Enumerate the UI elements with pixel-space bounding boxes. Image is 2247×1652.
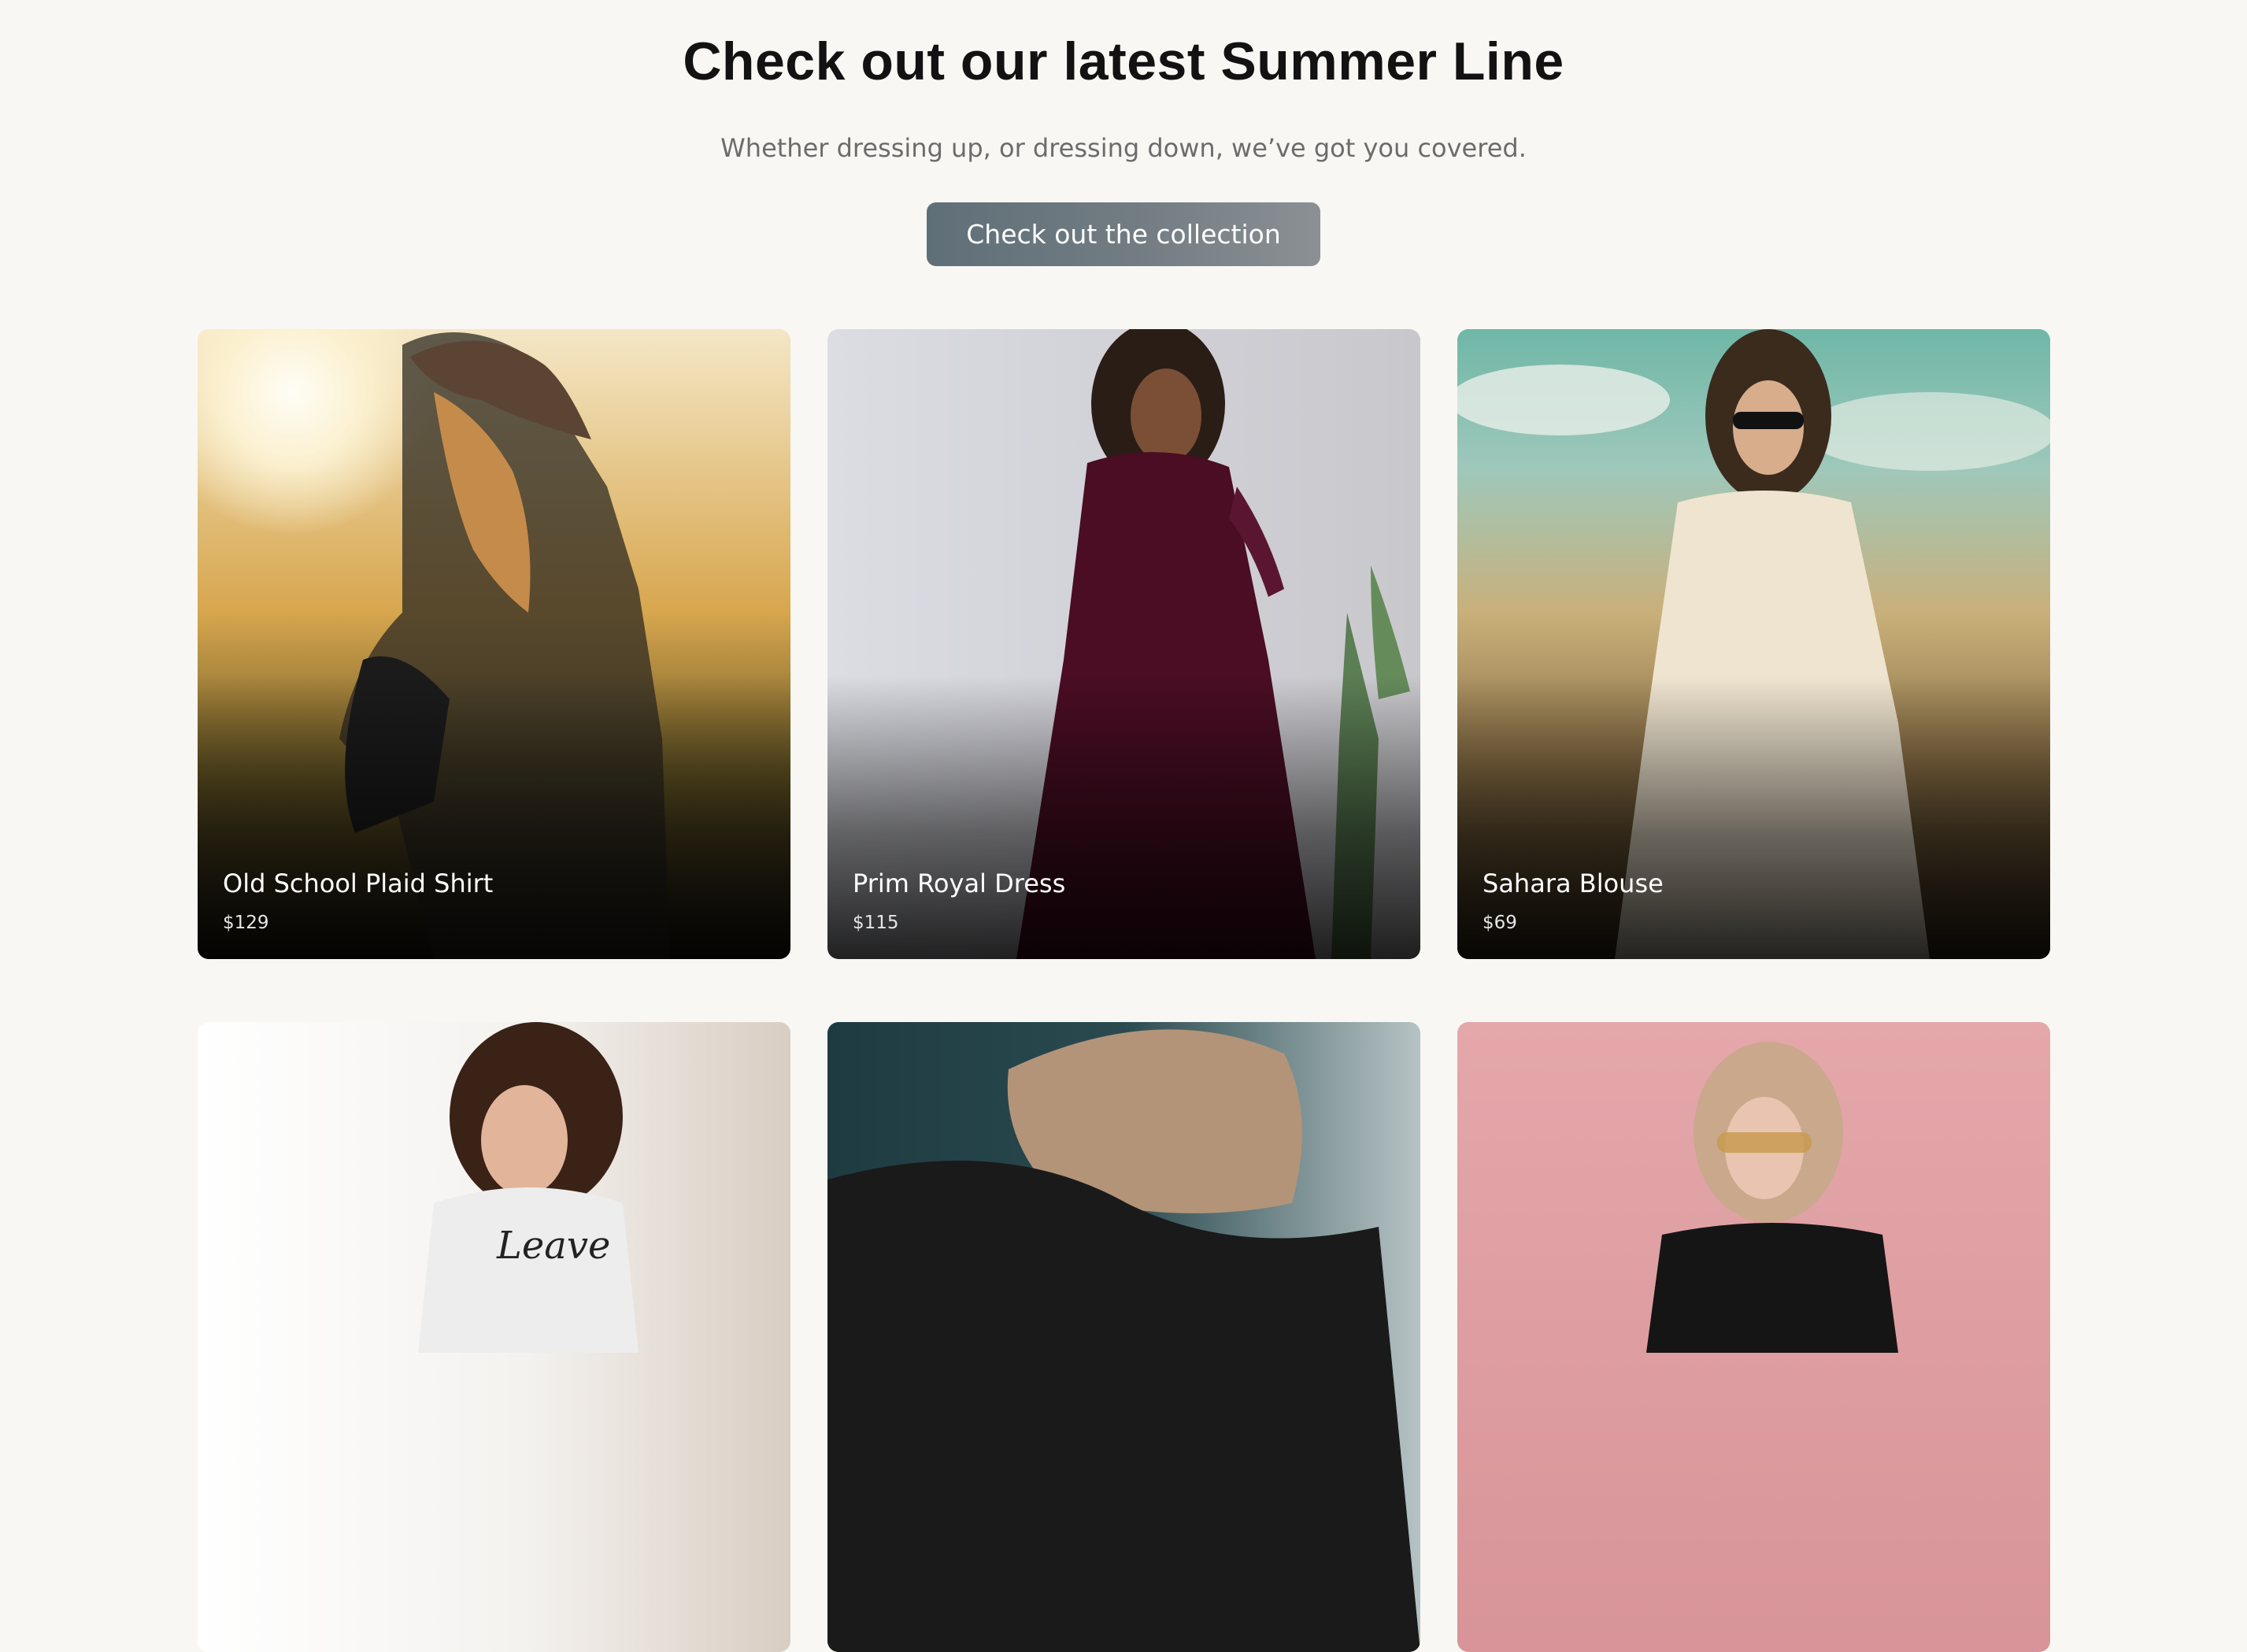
product-image bbox=[827, 1022, 1420, 1652]
product-image: Leave bbox=[198, 1022, 790, 1652]
product-name: Sahara Blouse bbox=[1483, 869, 1664, 898]
card-overlay bbox=[198, 676, 790, 959]
product-card-old-school-plaid-shirt[interactable]: Old School Plaid Shirt $129 bbox=[198, 329, 790, 959]
product-photo-illustration: Leave bbox=[418, 1022, 639, 1353]
card-overlay bbox=[827, 676, 1420, 959]
product-card-sahara-blouse[interactable]: Sahara Blouse $69 bbox=[1457, 329, 2050, 959]
hero-subtitle: Whether dressing up, or dressing down, w… bbox=[720, 133, 1527, 163]
product-price: $115 bbox=[853, 913, 899, 933]
page-title: Check out our latest Summer Line bbox=[683, 31, 1564, 91]
product-photo-illustration bbox=[1646, 1042, 1898, 1353]
product-card-prim-royal-dress[interactable]: Prim Royal Dress $115 bbox=[827, 329, 1420, 959]
product-card-graphic-tee[interactable]: Leave bbox=[198, 1022, 790, 1652]
product-name: Old School Plaid Shirt bbox=[223, 869, 494, 898]
svg-text:Leave: Leave bbox=[496, 1224, 610, 1268]
product-image bbox=[1457, 1022, 2050, 1652]
product-card-black-tee[interactable] bbox=[1457, 1022, 2050, 1652]
view-collection-button[interactable]: Check out the collection bbox=[927, 202, 1320, 266]
product-price: $129 bbox=[223, 913, 269, 933]
product-name: Prim Royal Dress bbox=[853, 869, 1066, 898]
product-card-bucket-hat[interactable] bbox=[827, 1022, 1420, 1652]
product-price: $69 bbox=[1483, 913, 1517, 933]
card-overlay bbox=[1457, 676, 2050, 959]
product-photo-illustration bbox=[827, 1029, 1420, 1652]
